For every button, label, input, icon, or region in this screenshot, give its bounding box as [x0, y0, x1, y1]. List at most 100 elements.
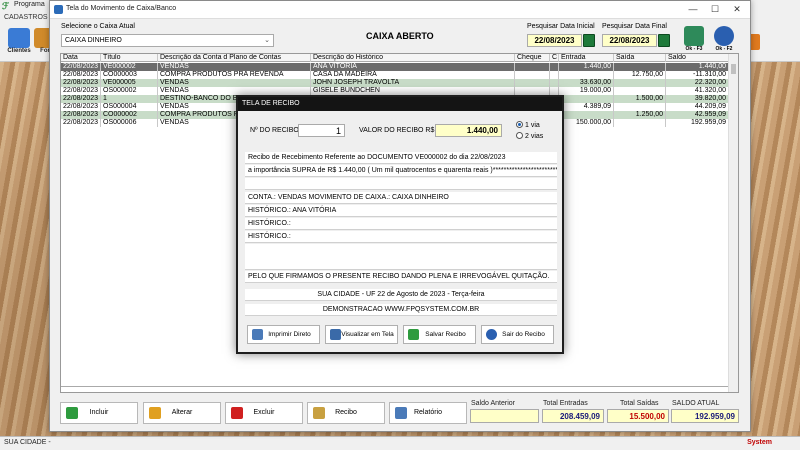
relatorio-button[interactable]: Relatório [389, 402, 467, 424]
cell-conta: VENDAS [158, 79, 311, 87]
cell-entrada: 19.000,00 [559, 87, 614, 95]
incluir-button[interactable]: Incluir [60, 402, 138, 424]
caixa-select[interactable]: CAIXA DINHEIRO ⌄ [61, 34, 274, 47]
menu-cadastros[interactable]: CADASTROS [4, 14, 48, 21]
cell-cheque [515, 63, 550, 71]
excluir-button[interactable]: Excluir [225, 402, 303, 424]
delete-icon [231, 407, 243, 419]
sair-recibo-button[interactable]: Sair do Recibo [481, 325, 554, 344]
clients-label: Clientes [7, 48, 31, 54]
radio-1-via[interactable]: 1 via [516, 121, 540, 129]
salvar-recibo-button[interactable]: Salvar Recibo [403, 325, 476, 344]
recibo-button[interactable]: Recibo [307, 402, 385, 424]
calendar-icon[interactable] [658, 34, 670, 47]
grid-header: Data Título Descrição da Conta d Plano d… [61, 54, 729, 62]
calendar-icon[interactable] [583, 34, 595, 47]
cell-saldo: 42.959,09 [666, 111, 729, 119]
cell-c [550, 79, 559, 87]
recibo-line-importancia: a importância SUPRA de R$ 1.440,00 ( Um … [245, 165, 557, 177]
header-historico[interactable]: Descrição do Histórico [311, 54, 515, 62]
add-icon [66, 407, 78, 419]
visualizar-tela-label: Visualizar em Tela [341, 331, 394, 338]
ok-f3-label: Ok - F3 [685, 46, 703, 52]
recibo-line-historico-2: HISTÓRICO.: [245, 218, 557, 230]
cell-entrada: 33.630,00 [559, 79, 614, 87]
cell-saida [614, 63, 666, 71]
data-final-input[interactable]: 22/08/2023 [602, 34, 657, 47]
cell-conta: VENDAS [158, 63, 311, 71]
data-final-label: Pesquisar Data Final [602, 23, 667, 30]
app-logo-icon: ℱ [2, 1, 10, 11]
cell-entrada [559, 71, 614, 79]
cell-conta: VENDAS [158, 87, 311, 95]
alterar-button[interactable]: Alterar [143, 402, 221, 424]
table-row[interactable]: 22/08/2023 OS000002 VENDAS GISELE BUNDCHEN 1… [61, 87, 729, 95]
cell-c [550, 63, 559, 71]
cell-saldo: -11.310,00 [666, 71, 729, 79]
cell-historico: JOHN JOSEPH TRAVOLTA [311, 79, 515, 87]
cell-titulo: OS000004 [101, 103, 158, 111]
cell-cheque [515, 71, 550, 79]
cell-entrada [559, 95, 614, 103]
visualizar-tela-button[interactable]: Visualizar em Tela [325, 325, 398, 344]
header-titulo[interactable]: Título [101, 54, 158, 62]
close-button[interactable]: ✕ [726, 2, 748, 17]
cell-saldo: 41.320,00 [666, 87, 729, 95]
window-title: Tela do Movimento de Caixa/Banco [66, 5, 177, 12]
window-icon [54, 5, 63, 14]
clients-toolbar-button[interactable]: Clientes [6, 28, 32, 54]
data-inicial-input[interactable]: 22/08/2023 [527, 34, 582, 47]
arrow-right-icon [714, 26, 734, 46]
cell-entrada: 1.440,00 [559, 63, 614, 71]
recibo-line-historico-3: HISTÓRICO.: [245, 231, 557, 243]
saldo-atual-value: 192.959,09 [671, 409, 739, 423]
cell-saida: 12.750,00 [614, 71, 666, 79]
imprimir-direto-label: Imprimir Direto [268, 331, 311, 338]
cell-historico: ANA VITÓRIA [311, 63, 515, 71]
excluir-label: Excluir [253, 409, 275, 416]
back-status-bar: SUA CIDADE - System [0, 436, 800, 450]
imprimir-direto-button[interactable]: Imprimir Direto [247, 325, 320, 344]
recibo-line-cidade-data: SUA CIDADE - UF 22 de Agosto de 2023 - T… [245, 289, 557, 301]
grid-scrollbar[interactable] [728, 54, 738, 392]
cell-saldo: 39.820,00 [666, 95, 729, 103]
header-c[interactable]: C [550, 54, 559, 62]
cell-c [550, 87, 559, 95]
recibo-line-blank [245, 178, 557, 190]
minimize-button[interactable]: — [682, 2, 704, 17]
back-app-title: Programa [14, 1, 45, 8]
monitor-icon [330, 329, 341, 340]
header-entrada[interactable]: Entrada [559, 54, 614, 62]
saldo-anterior-value [470, 409, 539, 423]
cell-data: 22/08/2023 [61, 95, 101, 103]
ok-f3-button[interactable]: Ok - F3 [682, 26, 706, 52]
grid-footer-line [61, 386, 729, 387]
refresh-icon [684, 26, 704, 46]
nro-recibo-label: Nº DO RECIBO [250, 127, 299, 134]
header-saida[interactable]: Saída [614, 54, 666, 62]
total-saidas-value: 15.500,00 [607, 409, 669, 423]
cell-data: 22/08/2023 [61, 119, 101, 127]
cell-data: 22/08/2023 [61, 63, 101, 71]
check-icon [408, 329, 419, 340]
table-row[interactable]: 22/08/2023 VE000002 VENDAS ANA VITÓRIA 1.440… [61, 63, 729, 71]
table-row[interactable]: 22/08/2023 CO000003 COMPRA PRODUTOS PRA RE… [61, 71, 729, 79]
header-conta[interactable]: Descrição da Conta d Plano de Contas [158, 54, 311, 62]
nro-recibo-input[interactable]: 1 [298, 124, 345, 137]
recibo-line-blank-2 [245, 244, 557, 270]
maximize-button[interactable]: ☐ [704, 2, 726, 17]
radio-1-via-label: 1 via [525, 122, 540, 129]
radio-2-vias[interactable]: 2 vias [516, 132, 543, 140]
cell-entrada [559, 111, 614, 119]
header-data[interactable]: Data [61, 54, 101, 62]
scrollbar-thumb[interactable] [731, 64, 736, 74]
header-cheque[interactable]: Cheque [515, 54, 550, 62]
valor-recibo-input[interactable]: 1.440,00 [435, 124, 502, 137]
table-row[interactable]: 22/08/2023 VE000005 VENDAS JOHN JOSEPH TRAV… [61, 79, 729, 87]
exit-icon [486, 329, 497, 340]
header-saldo[interactable]: Saldo [666, 54, 729, 62]
cell-titulo: OS000006 [101, 119, 158, 127]
ok-f2-button[interactable]: Ok - F2 [712, 26, 736, 52]
recibo-dialog: TELA DE RECIBO Nº DO RECIBO 1 VALOR DO R… [236, 95, 564, 354]
cell-saida [614, 79, 666, 87]
